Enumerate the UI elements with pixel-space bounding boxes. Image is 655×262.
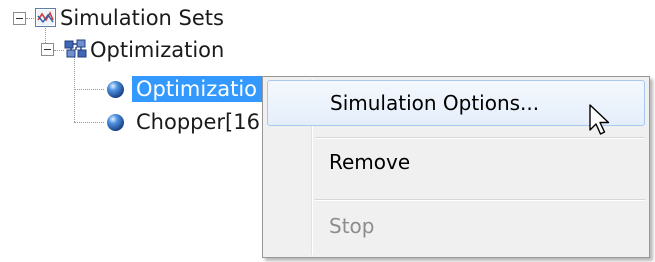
menu-item-label: Stop xyxy=(329,214,375,238)
screenshot-stage: Simulation Sets Optimization Optimizatio… xyxy=(0,0,655,262)
menu-item-stop[interactable]: Stop xyxy=(267,207,645,253)
tree-connector xyxy=(26,18,34,19)
mouse-cursor-icon xyxy=(589,104,613,142)
collapse-toggle-optimization[interactable] xyxy=(41,43,54,56)
tree-node-label[interactable]: Optimization xyxy=(90,37,224,63)
collapse-toggle-simulation-sets[interactable] xyxy=(13,12,26,25)
blue-sphere-icon xyxy=(106,113,125,136)
menu-item-remove[interactable]: Remove xyxy=(267,145,645,191)
tree-connector xyxy=(74,122,104,123)
tree-node-label-selected[interactable]: Optimizatio xyxy=(132,76,263,102)
tree-node-label[interactable]: Chopper[16 xyxy=(136,109,260,135)
tree-connector xyxy=(74,89,104,90)
blue-sphere-icon xyxy=(106,80,125,103)
tree-connector xyxy=(54,50,64,51)
optimization-set-icon xyxy=(64,38,88,64)
menu-item-label: Simulation Options... xyxy=(330,91,540,115)
scope-icon xyxy=(35,8,57,32)
tree-node-label[interactable]: Simulation Sets xyxy=(60,5,224,31)
menu-item-label: Remove xyxy=(329,150,411,174)
menu-separator xyxy=(315,199,645,201)
